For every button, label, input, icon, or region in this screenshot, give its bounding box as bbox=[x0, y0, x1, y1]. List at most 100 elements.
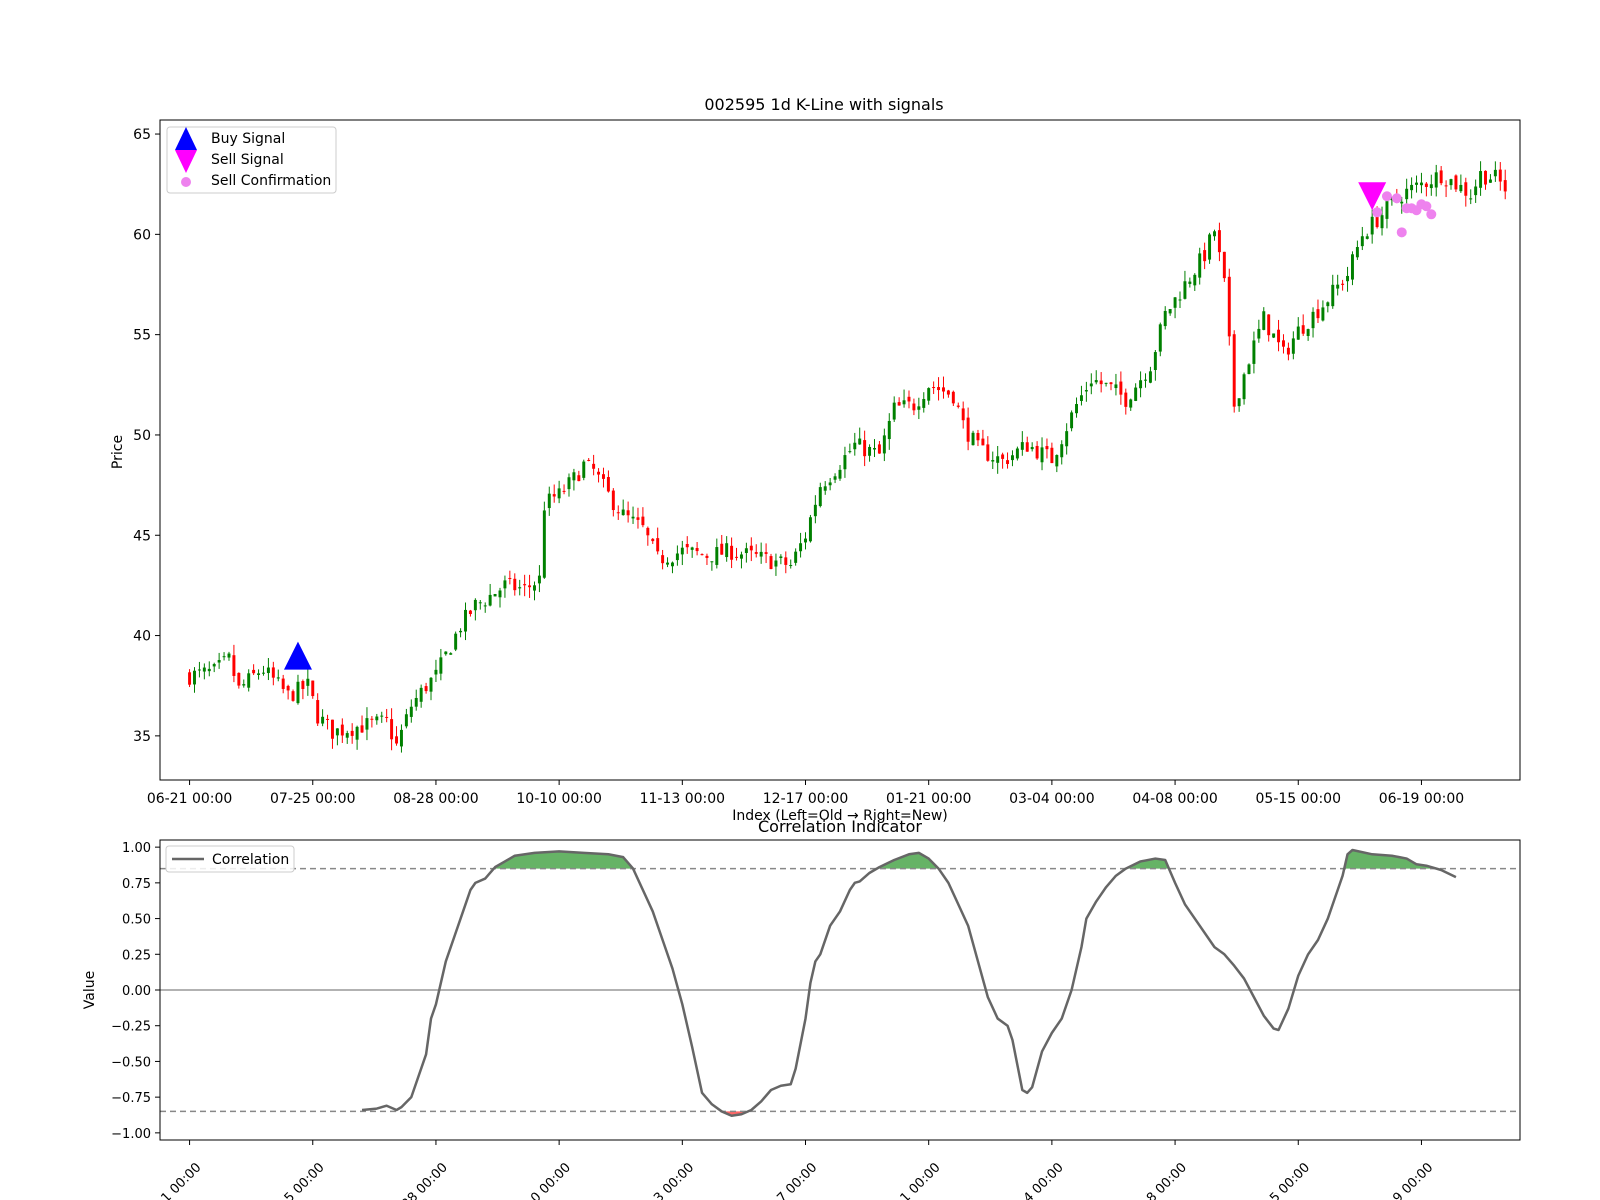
candle-up bbox=[1400, 201, 1404, 204]
candle-down bbox=[552, 494, 556, 497]
candle-down bbox=[907, 396, 911, 402]
kline-legend: Buy Signal Sell Signal Sell Confirmation bbox=[166, 126, 337, 194]
candle-down bbox=[237, 672, 241, 686]
candle-up bbox=[498, 590, 502, 598]
correlation-y-tick-label: 0.25 bbox=[122, 948, 151, 963]
candle-down bbox=[764, 552, 768, 554]
candle-up bbox=[217, 660, 221, 663]
candle-down bbox=[641, 516, 645, 526]
candle-up bbox=[1158, 324, 1162, 352]
candle-up bbox=[296, 681, 300, 704]
candle-up bbox=[1321, 307, 1325, 321]
candle-down bbox=[951, 391, 955, 404]
candle-up bbox=[409, 706, 413, 717]
kline-x-tick-label: 11-13 00:00 bbox=[640, 791, 725, 807]
candle-down bbox=[720, 543, 724, 555]
kline-x-tick-label: 01-21 00:00 bbox=[886, 791, 971, 807]
candle-up bbox=[818, 487, 822, 507]
candle-up bbox=[345, 733, 349, 738]
candle-down bbox=[330, 719, 334, 739]
candle-up bbox=[434, 669, 438, 675]
candle-down bbox=[754, 552, 758, 554]
candle-up bbox=[744, 548, 748, 554]
kline-y-tick-label: 60 bbox=[133, 227, 151, 243]
candle-up bbox=[794, 551, 798, 563]
candle-up bbox=[1193, 274, 1197, 286]
candle-up bbox=[207, 668, 211, 672]
candle-up bbox=[493, 593, 497, 597]
candle-up bbox=[1163, 310, 1167, 327]
candle-up bbox=[991, 460, 995, 462]
candle-up bbox=[1410, 184, 1414, 191]
candle-down bbox=[646, 527, 650, 536]
candle-down bbox=[1045, 446, 1049, 450]
candle-down bbox=[976, 432, 980, 441]
figure: 002595 1d K-Line with signals 35 40 45 50 55… bbox=[0, 0, 1600, 1200]
candle-up bbox=[399, 729, 403, 747]
candle-up bbox=[799, 543, 803, 552]
candle-down bbox=[1484, 170, 1487, 185]
candle-up bbox=[823, 486, 827, 491]
candle-up bbox=[1084, 390, 1088, 392]
candle-down bbox=[370, 718, 374, 720]
candle-up bbox=[882, 435, 886, 454]
candle-up bbox=[1015, 448, 1019, 459]
candle-down bbox=[735, 556, 738, 558]
candle-up bbox=[375, 716, 379, 721]
candle-down bbox=[1001, 454, 1005, 459]
candle-up bbox=[808, 517, 812, 542]
candle-down bbox=[1035, 445, 1039, 459]
candle-down bbox=[1282, 340, 1285, 347]
candle-up bbox=[1257, 328, 1261, 339]
candle-up bbox=[1380, 215, 1384, 229]
candle-up bbox=[1429, 184, 1433, 189]
kline-y-tick-label: 45 bbox=[133, 528, 151, 544]
candle-down bbox=[385, 716, 389, 718]
candle-down bbox=[1006, 460, 1010, 464]
sell-confirmation-marker bbox=[1372, 207, 1383, 218]
candle-down bbox=[912, 403, 916, 411]
candle-up bbox=[843, 455, 847, 470]
candle-up bbox=[542, 510, 546, 578]
candle-down bbox=[468, 610, 472, 615]
candle-up bbox=[1134, 387, 1138, 401]
candle-down bbox=[360, 725, 364, 733]
candle-down bbox=[1454, 175, 1458, 190]
candle-down bbox=[897, 402, 901, 406]
candle-up bbox=[306, 678, 310, 686]
candle-up bbox=[927, 388, 931, 401]
candle-down bbox=[1267, 314, 1271, 336]
candle-up bbox=[1183, 281, 1187, 299]
candle-up bbox=[1311, 311, 1315, 329]
candle-down bbox=[611, 490, 615, 511]
candle-up bbox=[193, 670, 196, 685]
candle-up bbox=[868, 446, 872, 456]
candle-up bbox=[483, 605, 487, 607]
candle-up bbox=[1419, 182, 1423, 186]
candle-up bbox=[454, 633, 458, 650]
candle-up bbox=[621, 509, 625, 516]
candle-up bbox=[725, 543, 729, 558]
candle-up bbox=[439, 657, 443, 674]
candle-up bbox=[1198, 253, 1202, 278]
kline-x-tick-label: 06-19 00:00 bbox=[1379, 791, 1464, 807]
candle-up bbox=[1153, 352, 1157, 371]
correlation-y-tick-label: −1.00 bbox=[111, 1127, 151, 1142]
candle-up bbox=[666, 562, 670, 565]
candle-up bbox=[892, 402, 896, 420]
candle-up bbox=[1055, 455, 1059, 467]
candle-up bbox=[715, 547, 719, 565]
candle-down bbox=[316, 700, 320, 724]
sell-confirmation-marker bbox=[1381, 191, 1392, 202]
correlation-y-tick-label: 0.75 bbox=[122, 877, 151, 892]
candle-up bbox=[1040, 447, 1044, 463]
candle-down bbox=[730, 545, 734, 560]
candle-down bbox=[301, 681, 305, 689]
candle-down bbox=[1025, 442, 1029, 452]
candle-up bbox=[739, 554, 743, 559]
candle-up bbox=[853, 442, 857, 450]
candle-up bbox=[197, 669, 201, 671]
correlation-y-tick-label: 1.00 bbox=[122, 841, 151, 856]
candle-up bbox=[414, 697, 418, 707]
candle-up bbox=[1355, 247, 1359, 258]
